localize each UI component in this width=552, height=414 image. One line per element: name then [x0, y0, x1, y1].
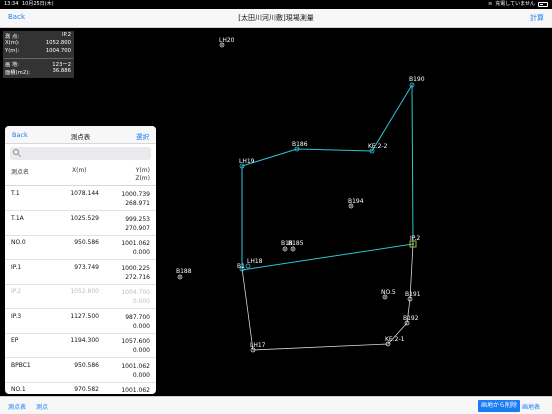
row-yz: 999.253 270.907	[125, 215, 150, 232]
label-lh20: LH20	[219, 37, 235, 44]
info-row-lot: 画 地: 123ー2	[5, 62, 71, 68]
bottom-toolbar: 測点表 測点 画地から削除 画地表	[0, 396, 552, 414]
info-row-area: 面積(m2): 36.886	[5, 68, 71, 76]
row-name: IP.1	[11, 263, 22, 271]
lot-table-button[interactable]: 画地表	[522, 402, 540, 411]
point-b188[interactable]	[177, 274, 183, 280]
row-x: 1194.300	[70, 337, 99, 344]
row-x: 950.586	[74, 239, 99, 246]
header-yz: Y(m) Z(m)	[135, 167, 150, 182]
lot-boundary	[241, 83, 414, 271]
label-lh19: LH19	[239, 158, 255, 165]
info-row-station: 測 点: IP.2	[5, 32, 71, 40]
label-b188: B188	[176, 268, 192, 275]
label-lh18: LH18	[247, 258, 263, 265]
row-x: 1025.529	[70, 214, 99, 222]
search-bar[interactable]	[10, 147, 151, 160]
row-yz: 987.700 0.000	[125, 313, 150, 330]
nav-bar: Back [太田川河川敷]現場測量 計算	[0, 9, 552, 28]
table-row[interactable]: EP 1194.300 1057.600 0.000	[5, 334, 156, 358]
status-right: ≋ 充電していません	[488, 0, 548, 9]
table-row[interactable]: IP.2 1052.800 1004.700 0.000	[5, 285, 156, 309]
point-table-panel: Back 測点表 選択 測点名 X(m) Y(m) Z(m) T.1 1078.14…	[5, 126, 156, 394]
table-row[interactable]: NO.1 970.582 1001.062	[5, 383, 156, 394]
search-icon	[13, 149, 19, 155]
label-ke21: KE.2-1	[385, 336, 405, 343]
status-date: 10月25日(木)	[22, 1, 54, 7]
battery-icon	[538, 2, 548, 7]
wifi-icon: ≋	[488, 1, 493, 7]
table-row[interactable]: T.1A 1025.529 999.253 270.907	[5, 212, 156, 236]
header-name: 測点名	[11, 169, 30, 176]
row-yz: 1001.062 0.000	[121, 240, 150, 256]
status-time: 13:34	[4, 1, 19, 7]
panel-select-button[interactable]: 選択	[136, 131, 149, 141]
table-row[interactable]: NO.0 950.586 1001.062 0.000	[5, 236, 156, 260]
info-row-x: X(m): 1052.800	[5, 40, 71, 46]
survey-points	[177, 42, 417, 353]
row-yz: 1000.225 272.716	[121, 264, 150, 281]
panel-header: Back 測点表 選択	[5, 126, 156, 144]
row-yz: 1057.600 0.000	[121, 338, 150, 354]
search-input[interactable]	[22, 148, 147, 159]
row-name: BPBC1	[11, 361, 31, 369]
label-b190: B190	[409, 76, 425, 83]
row-name: NO.0	[11, 239, 26, 246]
status-bar: 13:34 10月25日(木) ≋ 充電していません	[0, 0, 552, 9]
row-x: 1127.500	[70, 312, 99, 320]
info-row-y: Y(m): 1004.700	[5, 48, 71, 54]
remove-from-lot-button[interactable]: 画地から削除	[478, 400, 521, 412]
table-row[interactable]: BPBC1 950.586 1001.062 0.000	[5, 359, 156, 383]
table-header: 測点名 X(m) Y(m) Z(m)	[5, 163, 156, 186]
row-yz: 1000.739 268.971	[121, 191, 150, 207]
label-no5: NO.5	[381, 289, 396, 296]
label-b1: B1	[237, 263, 245, 270]
row-x: 973.749	[74, 263, 99, 271]
label-ip2: IP.2	[410, 235, 420, 242]
point-info-box: 測 点: IP.2 X(m): 1052.800 Y(m): 1004.700 画 地…	[3, 31, 74, 78]
point-labels: LH20 B190 B186 KE.2-2 LH19 B194 IP.2 B18…	[176, 37, 425, 349]
point-b18[interactable]	[282, 246, 288, 252]
label-lh17: LH17	[250, 342, 266, 349]
row-name: IP.2	[11, 288, 22, 295]
white-polyline	[241, 243, 414, 351]
label-b185: B185	[288, 240, 304, 247]
label-ke22: KE.2-2	[368, 143, 388, 150]
table-row[interactable]: IP.1 973.749 1000.225 272.716	[5, 261, 156, 285]
point-table-button[interactable]: 測点表	[8, 402, 26, 411]
label-b194: B194	[348, 198, 364, 205]
row-name: T.1	[11, 190, 20, 197]
table-row[interactable]: IP.3 1127.500 987.700 0.000	[5, 310, 156, 334]
points-button[interactable]: 測点	[36, 402, 48, 411]
white-traverse-lines	[241, 243, 414, 351]
row-yz: 1001.062	[121, 387, 150, 394]
panel-title: 測点表	[70, 133, 91, 141]
lot-polygon	[241, 83, 414, 271]
row-x: 970.582	[74, 386, 99, 393]
calculate-button[interactable]: 計算	[530, 13, 544, 23]
label-b186: B186	[292, 141, 308, 148]
row-x: 950.586	[74, 361, 99, 369]
info-divider	[4, 57, 73, 59]
table-row[interactable]: T.1 1078.144 1000.739 268.971	[5, 187, 156, 211]
row-name: T.1A	[11, 214, 24, 222]
row-name: NO.1	[11, 386, 26, 393]
row-yz: 1001.062 0.000	[121, 362, 150, 379]
row-name: IP.3	[11, 312, 22, 320]
app-root: 13:34 10月25日(木) ≋ 充電していません Back [太田川河川敷]…	[0, 0, 552, 414]
row-x: 1078.144	[70, 190, 99, 197]
page-title: [太田川河川敷]現場測量	[238, 14, 314, 22]
row-yz: 1004.700 0.000	[121, 289, 150, 305]
point-b185[interactable]	[290, 246, 296, 252]
charging-status: 充電していません	[495, 1, 535, 7]
header-x: X(m)	[72, 167, 87, 174]
row-name: EP	[11, 337, 19, 344]
label-b192: B192	[403, 315, 419, 322]
row-x: 1052.800	[70, 288, 99, 295]
label-b191: B191	[405, 291, 421, 298]
